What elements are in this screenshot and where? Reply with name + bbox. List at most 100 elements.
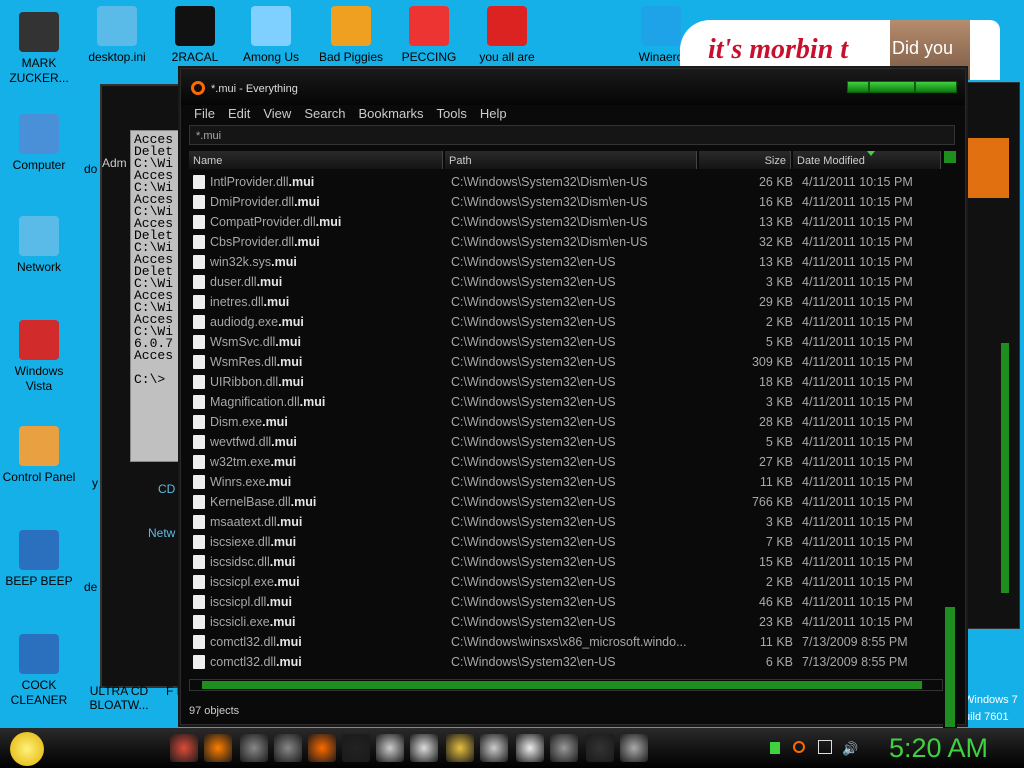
desktop-icon[interactable]: you all are bbox=[468, 4, 546, 65]
menu-help[interactable]: Help bbox=[480, 105, 507, 123]
file-icon bbox=[193, 495, 205, 509]
horizontal-scrollbar[interactable] bbox=[189, 679, 943, 691]
back-label-cd[interactable]: CD bbox=[158, 482, 175, 496]
table-row[interactable]: KernelBase.dll.mui C:\Windows\System32\en… bbox=[189, 492, 941, 512]
calculator-icon[interactable] bbox=[410, 734, 438, 762]
cmd-icon[interactable] bbox=[342, 734, 370, 762]
tool-icon[interactable] bbox=[620, 734, 648, 762]
desktop-icon[interactable]: Network bbox=[0, 214, 78, 275]
notepad-icon[interactable] bbox=[516, 734, 544, 762]
app-icon[interactable] bbox=[240, 734, 268, 762]
desktop-icon[interactable]: 2RACAL bbox=[156, 4, 234, 65]
table-row[interactable]: UIRibbon.dll.mui C:\Windows\System32\en-U… bbox=[189, 372, 941, 392]
folder-icon[interactable] bbox=[446, 734, 474, 762]
file-date: 4/11/2011 10:15 PM bbox=[802, 535, 913, 549]
menu-edit[interactable]: Edit bbox=[228, 105, 250, 123]
desktop-icon[interactable]: Control Panel bbox=[0, 424, 78, 485]
computer-icon bbox=[19, 114, 59, 154]
file-date: 4/11/2011 10:15 PM bbox=[802, 595, 913, 609]
desktop-icon[interactable]: Bad Piggies bbox=[312, 4, 390, 65]
back-label-netw[interactable]: Netw bbox=[148, 526, 175, 540]
smiley-start-icon[interactable] bbox=[10, 732, 44, 766]
7zip-icon[interactable] bbox=[586, 734, 614, 762]
everything-icon[interactable] bbox=[308, 734, 336, 762]
file-name: iscsicli.exe.mui bbox=[210, 612, 440, 632]
scroll-up-button[interactable] bbox=[944, 151, 956, 163]
desktop-icon[interactable]: COCK CLEANER bbox=[0, 632, 78, 708]
table-row[interactable]: win32k.sys.mui C:\Windows\System32\en-US 1… bbox=[189, 252, 941, 272]
file-icon bbox=[193, 235, 205, 249]
media-icon[interactable] bbox=[550, 734, 578, 762]
taskbar-clock[interactable]: 5:20 AM bbox=[889, 733, 988, 764]
file-path: C:\Windows\System32\en-US bbox=[451, 295, 616, 309]
table-row[interactable]: Winrs.exe.mui C:\Windows\System32\en-US 11… bbox=[189, 472, 941, 492]
table-row[interactable]: comctl32.dll.mui C:\Windows\System32\en-U… bbox=[189, 652, 941, 672]
menu-file[interactable]: File bbox=[194, 105, 215, 123]
everything-window[interactable]: *.mui - Everything File Edit View Search Boo… bbox=[180, 68, 966, 747]
table-row[interactable]: WsmSvc.dll.mui C:\Windows\System32\en-US 5… bbox=[189, 332, 941, 352]
right-background-window[interactable] bbox=[960, 82, 1020, 629]
desktop-icon[interactable]: Windows Vista bbox=[0, 318, 78, 394]
column-path-header[interactable]: Path bbox=[445, 151, 697, 169]
firefox-icon[interactable] bbox=[204, 734, 232, 762]
table-row[interactable]: Magnification.dll.mui C:\Windows\System32… bbox=[189, 392, 941, 412]
desktop-icon[interactable]: PECCING bbox=[390, 4, 468, 65]
document-icon[interactable] bbox=[376, 734, 404, 762]
table-row[interactable]: CbsProvider.dll.mui C:\Windows\System32\D… bbox=[189, 232, 941, 252]
table-row[interactable]: CompatProvider.dll.mui C:\Windows\System3… bbox=[189, 212, 941, 232]
network-tray-icon[interactable] bbox=[818, 740, 832, 754]
close-button[interactable] bbox=[915, 81, 957, 93]
desktop-icon[interactable]: MARK ZUCKER... bbox=[0, 10, 78, 86]
menu-view[interactable]: View bbox=[263, 105, 291, 123]
desktop-label-ultra[interactable]: ULTRA CD BLOATW... bbox=[84, 684, 154, 712]
file-extension: .mui bbox=[276, 655, 302, 669]
computer-icon[interactable] bbox=[274, 734, 302, 762]
tray-status-icon[interactable] bbox=[770, 742, 780, 754]
table-row[interactable]: WsmRes.dll.mui C:\Windows\System32\en-US 3… bbox=[189, 352, 941, 372]
column-size-header[interactable]: Size bbox=[699, 151, 791, 169]
menu-search[interactable]: Search bbox=[304, 105, 345, 123]
table-row[interactable]: w32tm.exe.mui C:\Windows\System32\en-US 27… bbox=[189, 452, 941, 472]
maximize-button[interactable] bbox=[869, 81, 915, 93]
desktop-icon[interactable]: BEEP BEEP bbox=[0, 528, 78, 589]
volume-icon[interactable]: 🔊 bbox=[842, 741, 858, 757]
desktop-icon[interactable]: desktop.ini bbox=[78, 4, 156, 65]
file-path: C:\Windows\System32\en-US bbox=[451, 555, 616, 569]
paint-icon[interactable] bbox=[480, 734, 508, 762]
file-extension: .mui bbox=[276, 635, 302, 649]
table-row[interactable]: IntlProvider.dll.mui C:\Windows\System32\… bbox=[189, 172, 941, 192]
table-row[interactable]: iscsicpl.exe.mui C:\Windows\System32\en-U… bbox=[189, 572, 941, 592]
table-row[interactable]: audiodg.exe.mui C:\Windows\System32\en-US… bbox=[189, 312, 941, 332]
column-name-header[interactable]: Name bbox=[189, 151, 443, 169]
table-row[interactable]: Dism.exe.mui C:\Windows\System32\en-US 28 … bbox=[189, 412, 941, 432]
file-extension: .mui bbox=[256, 275, 283, 289]
desktop-icon[interactable]: Among Us bbox=[232, 4, 310, 65]
table-row[interactable]: wevtfwd.dll.mui C:\Windows\System32\en-US… bbox=[189, 432, 941, 452]
vertical-scrollbar[interactable] bbox=[943, 151, 957, 747]
file-extension: .mui bbox=[262, 415, 288, 429]
scrollbar-green[interactable] bbox=[1001, 343, 1009, 593]
menu-bookmarks[interactable]: Bookmarks bbox=[359, 105, 424, 123]
menu-tools[interactable]: Tools bbox=[437, 105, 467, 123]
table-row[interactable]: inetres.dll.mui C:\Windows\System32\en-US… bbox=[189, 292, 941, 312]
table-row[interactable]: iscsidsc.dll.mui C:\Windows\System32\en-U… bbox=[189, 552, 941, 572]
chrome-icon[interactable] bbox=[170, 734, 198, 762]
minimize-button[interactable] bbox=[847, 81, 869, 93]
table-row[interactable]: iscsicpl.dll.mui C:\Windows\System32\en-U… bbox=[189, 592, 941, 612]
table-row[interactable]: comctl32.dll.mui C:\Windows\winsxs\x86_mi… bbox=[189, 632, 941, 652]
search-input[interactable]: *.mui bbox=[189, 125, 955, 145]
file-path: C:\Windows\System32\en-US bbox=[451, 495, 616, 509]
file-path: C:\Windows\System32\en-US bbox=[451, 395, 616, 409]
table-row[interactable]: duser.dll.mui C:\Windows\System32\en-US 3 … bbox=[189, 272, 941, 292]
table-row[interactable]: DmiProvider.dll.mui C:\Windows\System32\D… bbox=[189, 192, 941, 212]
table-row[interactable]: iscsicli.exe.mui C:\Windows\System32\en-U… bbox=[189, 612, 941, 632]
table-row[interactable]: iscsiexe.dll.mui C:\Windows\System32\en-U… bbox=[189, 532, 941, 552]
tray-everything-icon[interactable] bbox=[793, 741, 805, 753]
hscroll-thumb[interactable] bbox=[202, 681, 922, 689]
table-row[interactable]: msaatext.dll.mui C:\Windows\System32\en-U… bbox=[189, 512, 941, 532]
title-bar[interactable]: *.mui - Everything bbox=[181, 69, 965, 105]
file-icon bbox=[193, 635, 205, 649]
file-path: C:\Windows\System32\en-US bbox=[451, 435, 616, 449]
file-icon bbox=[193, 275, 205, 289]
desktop-icon[interactable]: Computer bbox=[0, 112, 78, 173]
